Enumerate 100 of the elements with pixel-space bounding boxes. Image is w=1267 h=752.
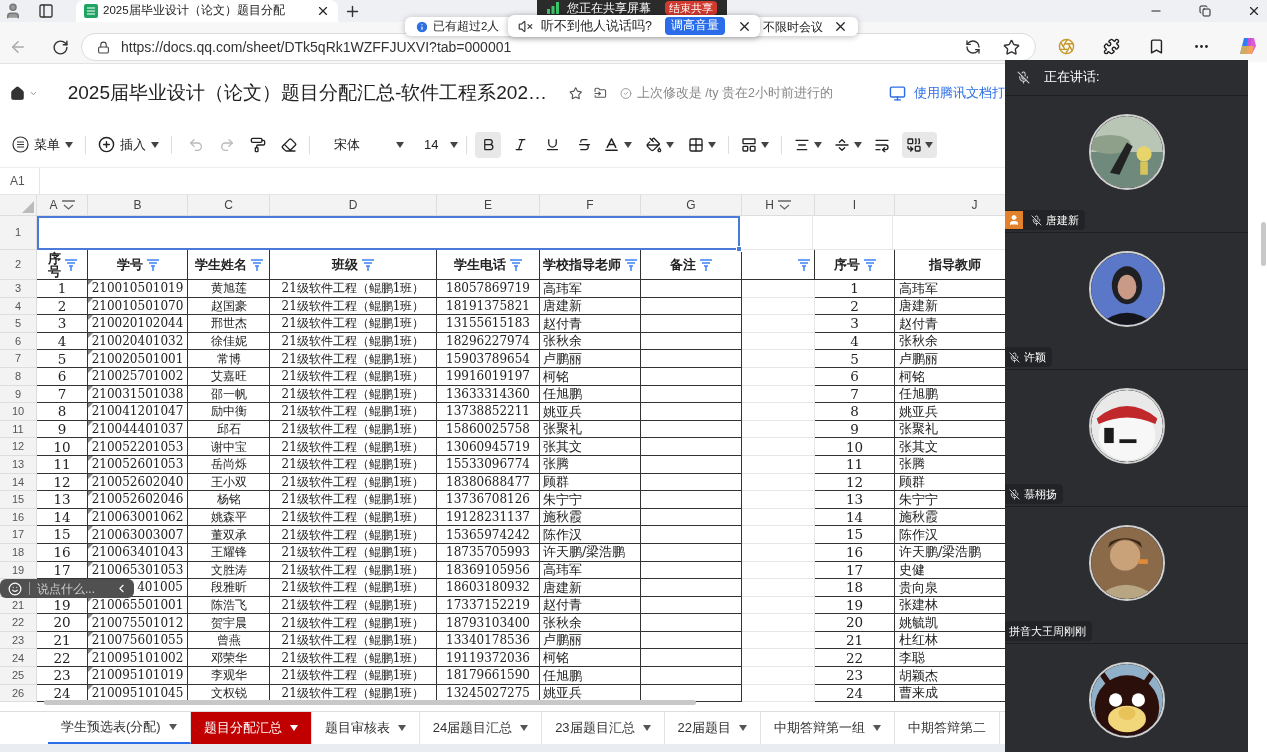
move-to-folder-icon[interactable] (594, 85, 608, 101)
vertical-align-button[interactable] (834, 136, 863, 153)
address-field[interactable]: https://docs.qq.com/sheet/DTk5qRk1WZFFJUXVI?tab=000001 (81, 33, 1036, 61)
table-cell-text: 210063401043 (91, 544, 184, 562)
open-in-app-link[interactable]: 使用腾讯文档打 (914, 83, 1005, 103)
column-header[interactable]: F (586, 196, 594, 214)
comment-marker-icon (88, 561, 93, 567)
fill-handle[interactable] (736, 246, 742, 252)
filter-icon[interactable] (777, 199, 791, 211)
row-number[interactable]: 8 (14, 368, 22, 385)
profile-icon[interactable] (4, 2, 22, 20)
filter-icon[interactable] (863, 258, 876, 271)
column-header[interactable]: E (484, 196, 492, 214)
horizontal-scrollbar[interactable] (44, 700, 696, 705)
filter-icon[interactable] (250, 258, 263, 271)
extensions-icon[interactable] (1103, 37, 1120, 55)
table-cell-text: 21 (845, 631, 864, 651)
table-cell-text: 20 (53, 613, 71, 633)
copilot-logo-icon[interactable] (1238, 36, 1258, 56)
star-icon[interactable] (569, 84, 583, 102)
restore-icon[interactable] (1199, 5, 1211, 17)
table-cell-text: 21级软件工程（鲲鹏1班） (281, 438, 425, 456)
bold-button[interactable] (475, 131, 502, 158)
table-cell-text: 姚亚兵 (543, 684, 582, 703)
participant-tile[interactable]: 拼音大王周刚刚 (1005, 507, 1248, 644)
row-number[interactable]: 1 (14, 224, 22, 241)
column-header[interactable]: D (348, 196, 358, 214)
comment-marker-icon (88, 684, 93, 690)
column-header[interactable]: H (765, 196, 791, 214)
chat-field[interactable]: 说点什么... (37, 579, 111, 598)
table-cell-text: 曹来成 (899, 684, 938, 703)
table-cell-text: 赵国豪 (210, 297, 247, 315)
font-dropdown[interactable]: 宋体 (334, 134, 404, 155)
column-header[interactable]: J (971, 196, 978, 214)
participant-name: 许颖 (1024, 349, 1046, 365)
insert-button[interactable]: 插入 (98, 134, 159, 155)
participant-tile[interactable]: 慕栩扬 (1005, 370, 1248, 507)
favorite-icon[interactable] (1003, 38, 1020, 56)
filter-icon[interactable] (510, 258, 522, 271)
table-cell-text: 张聚礼 (543, 420, 582, 439)
selected-cell[interactable] (37, 216, 740, 250)
favorites-icon[interactable] (1148, 37, 1165, 55)
filter-icon[interactable] (362, 258, 374, 271)
column-header[interactable]: B (133, 196, 142, 214)
filter-icon[interactable] (700, 258, 712, 271)
column-header[interactable]: A (49, 196, 75, 214)
table-cell-text: 13633314360 (446, 385, 530, 403)
table-cell-text: 210044401037 (91, 421, 184, 439)
freeze-button[interactable] (741, 136, 770, 153)
table-cell-text: 邢世杰 (210, 315, 247, 333)
eraser-icon[interactable] (281, 136, 297, 153)
end-share-button[interactable]: 结束共享 (665, 0, 717, 15)
refresh-icon[interactable] (52, 39, 69, 56)
table-cell-text: 21级软件工程（鲲鹏1班） (281, 350, 425, 368)
table-cell-text: 210020102044 (91, 315, 184, 333)
table-cell-text: 张腾 (899, 455, 925, 474)
table-cell-text: 13245027275 (446, 684, 530, 702)
column-header[interactable]: I (852, 196, 857, 214)
table-cell-text: 赵付青 (543, 596, 582, 615)
raise-volume-button[interactable]: 调高音量 (665, 17, 725, 35)
text-color-button[interactable] (603, 136, 633, 153)
table-cell-text: 23 (53, 666, 71, 686)
participant-tile[interactable]: 唐建新 (1005, 96, 1248, 233)
close-icon[interactable] (833, 19, 848, 34)
filter-icon[interactable] (65, 258, 77, 271)
chat-input[interactable]: 说点什么... (0, 579, 134, 598)
table-cell-text: 210041201047 (91, 403, 184, 421)
format-painter-icon[interactable] (250, 136, 266, 153)
column-header[interactable]: G (686, 196, 696, 214)
sheet-tab[interactable]: 题目分配汇总 (190, 712, 312, 744)
notice-text: 已有超过2人 (433, 18, 500, 34)
table-cell-text: 18191375821 (446, 297, 530, 315)
monitor-icon[interactable] (889, 84, 906, 102)
muted-speaker-icon (518, 18, 533, 34)
circular-arrows-icon[interactable] (965, 39, 981, 55)
vertical-scrollbar[interactable] (1261, 222, 1266, 266)
speaking-label: 正在讲话: (1044, 69, 1100, 87)
tab-title: 2025届毕业设计（论文）题目分配 (103, 3, 286, 19)
table-cell-text: 唐建新 (543, 578, 582, 597)
comment-marker-icon (88, 667, 93, 673)
filter-icon[interactable] (798, 258, 810, 271)
participant-tile[interactable]: 许颖 (1005, 233, 1248, 370)
table-cell-text: 杨铭 (216, 491, 241, 509)
close-icon[interactable] (1247, 4, 1261, 18)
browser-tab[interactable]: 2025届毕业设计（论文）题目分配 (76, 0, 338, 22)
filter-icon[interactable] (61, 199, 75, 211)
column-header[interactable]: C (224, 196, 233, 214)
filter-icon[interactable] (146, 258, 159, 271)
fill-color-button[interactable] (646, 136, 675, 153)
merge-button[interactable] (902, 131, 938, 158)
borders-button[interactable] (688, 136, 717, 153)
menu-button[interactable]: 菜单 (12, 134, 73, 155)
tab-actions-icon[interactable] (38, 3, 54, 19)
close-icon[interactable] (316, 4, 330, 18)
italic-icon (512, 137, 528, 152)
row-number[interactable]: 2 (14, 256, 22, 273)
font-size-dropdown[interactable]: 14 (424, 134, 459, 155)
name-box[interactable]: A1 (0, 168, 40, 194)
emoji-icon[interactable] (8, 581, 22, 596)
filter-icon[interactable] (625, 258, 637, 271)
